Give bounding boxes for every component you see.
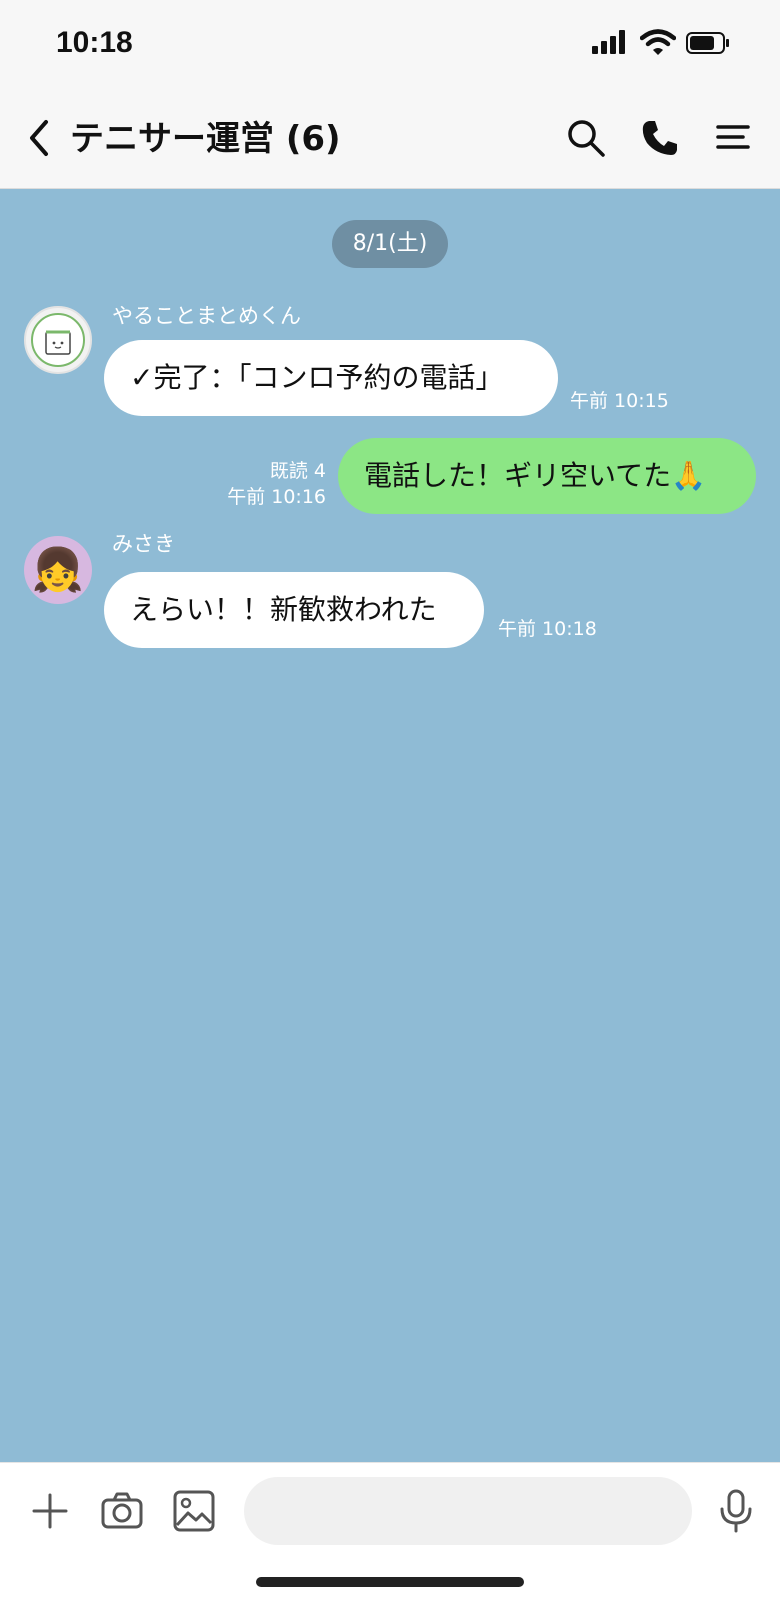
mic-icon[interactable] (714, 1489, 758, 1533)
message-time: 午前 10:18 (498, 618, 597, 640)
wifi-icon (640, 29, 676, 55)
chat-header: テニサー運営 (6) (0, 92, 780, 189)
menu-icon[interactable] (714, 118, 754, 158)
status-bar: 10:18 (0, 0, 780, 92)
phone-icon[interactable] (640, 118, 680, 158)
notepad-icon (31, 313, 85, 367)
sender-name: やることまとめくん (112, 304, 301, 328)
avatar-misaki[interactable]: 👧 (24, 536, 92, 604)
home-indicator (256, 1577, 524, 1587)
chat-area[interactable]: 8/1(土) やることまとめくん ✓完了：「コンロ予約の電話」 午前 10:15… (0, 188, 780, 1462)
battery-icon (686, 32, 729, 54)
message-bubble[interactable]: ✓完了：「コンロ予約の電話」 (104, 340, 558, 416)
input-bar (0, 1462, 780, 1601)
camera-icon[interactable] (100, 1489, 144, 1533)
message-input[interactable] (244, 1477, 692, 1545)
image-icon[interactable] (172, 1489, 216, 1533)
back-icon[interactable] (24, 116, 54, 160)
message-bubble[interactable]: えらい！！新歓救われた (104, 572, 484, 648)
message-time: 午前 10:16 (227, 486, 326, 508)
avatar-bot[interactable] (24, 306, 92, 374)
plus-icon[interactable] (28, 1489, 72, 1533)
search-icon[interactable] (566, 118, 606, 158)
chat-title: テニサー運営 (6) (70, 119, 341, 159)
date-separator: 8/1(土) (332, 220, 448, 268)
read-receipt: 既読 4 (269, 460, 326, 482)
status-time: 10:18 (56, 26, 133, 59)
message-time: 午前 10:15 (570, 390, 669, 412)
sender-name: みさき (112, 532, 175, 556)
message-bubble[interactable]: 電話した！ギリ空いてた🙏 (338, 438, 756, 514)
cellular-signal-icon (592, 30, 628, 54)
